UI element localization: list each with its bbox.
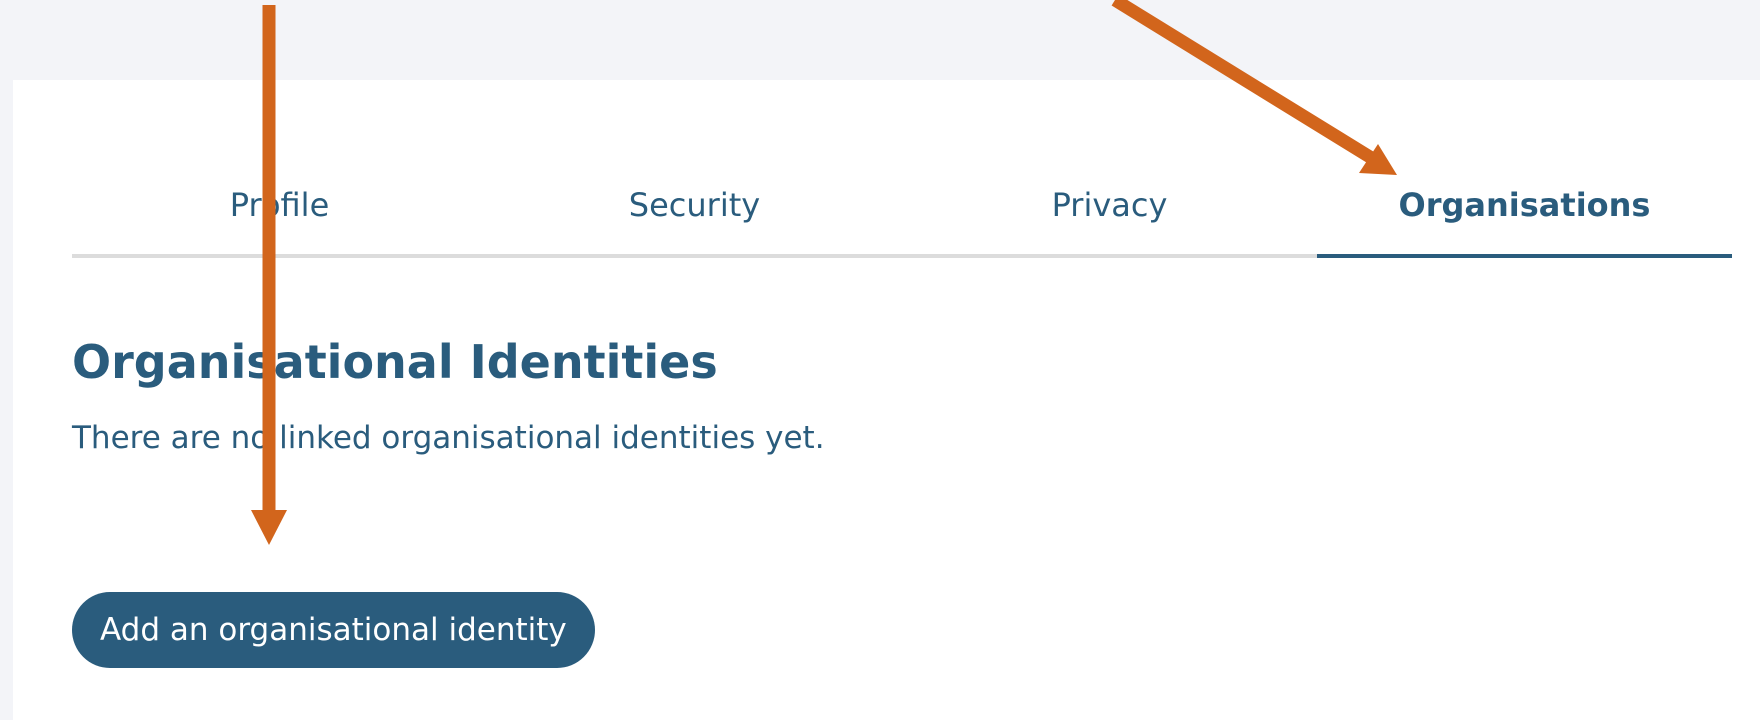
section-heading: Organisational Identities — [72, 335, 718, 389]
settings-card: Profile Security Privacy Organisations O… — [13, 80, 1760, 720]
settings-tabs: Profile Security Privacy Organisations — [72, 80, 1732, 258]
tab-profile[interactable]: Profile — [72, 80, 487, 254]
tab-security[interactable]: Security — [487, 80, 902, 254]
tab-privacy[interactable]: Privacy — [902, 80, 1317, 254]
empty-state-message: There are no linked organisational ident… — [72, 420, 825, 456]
tab-organisations[interactable]: Organisations — [1317, 80, 1732, 258]
add-organisational-identity-button[interactable]: Add an organisational identity — [72, 592, 595, 668]
